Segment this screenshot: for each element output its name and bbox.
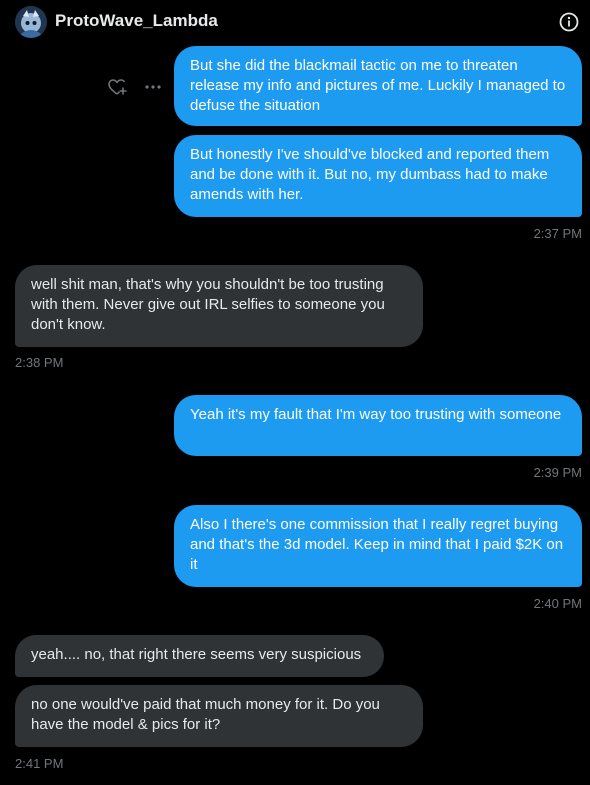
- info-icon: [559, 12, 579, 32]
- message-bubble-received[interactable]: no one would've paid that much money for…: [15, 685, 423, 747]
- message-timestamp: 2:38 PM: [15, 355, 64, 370]
- message-bubble-received[interactable]: yeah.... no, that right there seems very…: [15, 635, 384, 677]
- more-options-button[interactable]: [142, 76, 164, 98]
- info-button[interactable]: [558, 11, 580, 33]
- message-bubble-sent[interactable]: But honestly I've should've blocked and …: [174, 135, 582, 217]
- add-reaction-button[interactable]: [106, 76, 128, 98]
- avatar[interactable]: [15, 6, 47, 38]
- message-bubble-sent[interactable]: Also I there's one commission that I rea…: [174, 505, 582, 587]
- message-actions: [106, 76, 166, 98]
- message-timestamp: 2:39 PM: [533, 465, 582, 480]
- message-bubble-sent[interactable]: But she did the blackmail tactic on me t…: [174, 46, 582, 126]
- message-timestamp: 2:40 PM: [533, 596, 582, 611]
- message-timestamp: 2:37 PM: [533, 226, 582, 241]
- message-bubble-sent[interactable]: Yeah it's my fault that I'm way too trus…: [174, 395, 582, 456]
- more-horizontal-icon: [145, 85, 161, 89]
- heart-plus-icon: [108, 79, 127, 95]
- message-timestamp: 2:41 PM: [15, 756, 64, 771]
- message-bubble-received[interactable]: well shit man, that's why you shouldn't …: [15, 265, 423, 347]
- conversation-header: ProtoWave_Lambda: [0, 0, 590, 44]
- conversation-title[interactable]: ProtoWave_Lambda: [55, 11, 218, 31]
- avatar-image: [15, 6, 47, 38]
